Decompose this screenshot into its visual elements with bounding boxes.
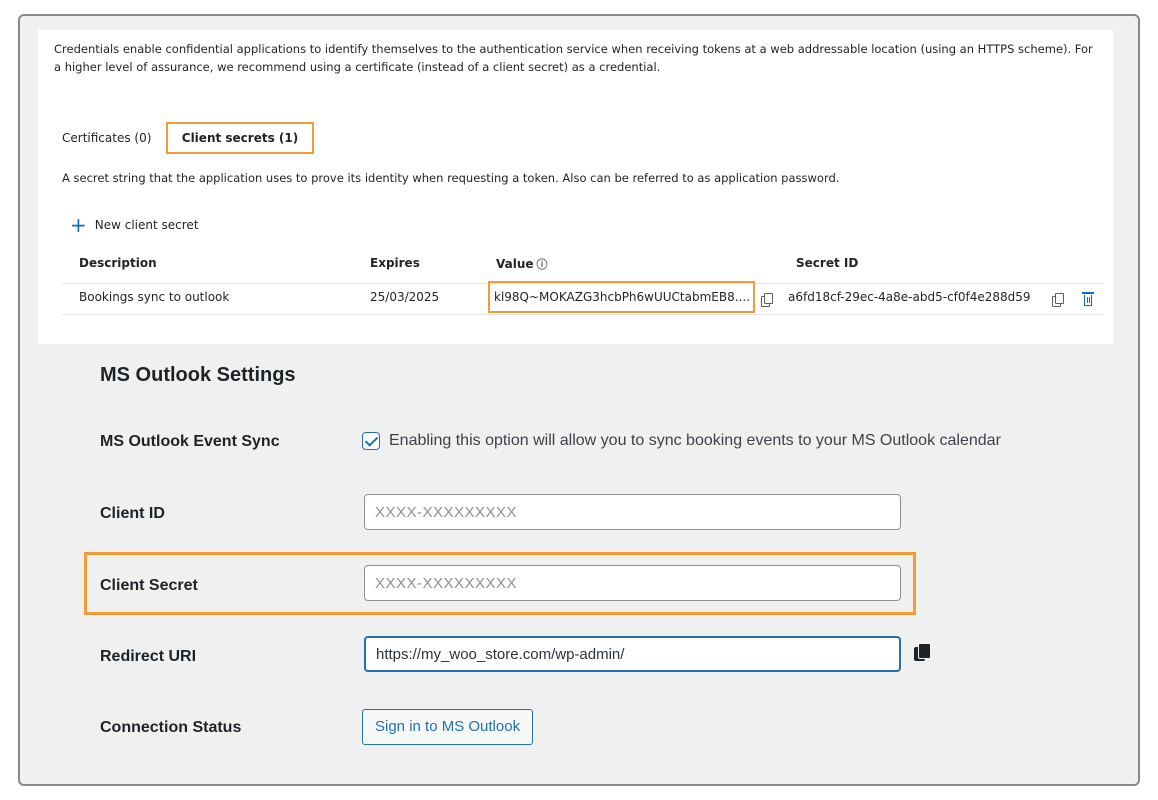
new-client-secret-label: New client secret <box>94 218 199 232</box>
connection-status-label: Connection Status <box>100 719 242 736</box>
row-divider <box>62 314 1104 315</box>
secret-description-cell: Bookings sync to outlook <box>79 290 230 304</box>
credentials-intro-text: Credentials enable confidential applicat… <box>54 42 1093 74</box>
event-sync-label: MS Outlook Event Sync <box>100 433 280 450</box>
column-header-description: Description <box>79 256 157 270</box>
client-secret-description: A secret string that the application use… <box>62 171 840 185</box>
redirect-uri-input[interactable] <box>364 636 901 672</box>
settings-title: MS Outlook Settings <box>100 364 296 386</box>
tab-client-secrets[interactable]: Client secrets (1) <box>166 122 314 154</box>
event-sync-description: Enabling this option will allow you to s… <box>389 432 1001 449</box>
client-id-label: Client ID <box>100 505 165 522</box>
plus-icon: + <box>70 213 87 237</box>
redirect-uri-label: Redirect URI <box>100 648 197 665</box>
client-secret-input[interactable] <box>364 565 901 601</box>
column-header-secret-id: Secret ID <box>796 256 859 270</box>
copy-secret-id-icon[interactable] <box>1052 293 1064 307</box>
secret-expires-cell: 25/03/2025 <box>370 290 440 304</box>
new-client-secret-button[interactable]: + New client secret <box>70 213 199 237</box>
copy-icon[interactable] <box>914 643 931 663</box>
client-id-input[interactable] <box>364 494 901 530</box>
column-header-expires: Expires <box>370 256 420 270</box>
azure-certificates-secrets-panel: Credentials enable confidential applicat… <box>38 30 1113 344</box>
sign-in-ms-outlook-button[interactable]: Sign in to MS Outlook <box>362 709 534 745</box>
trash-icon[interactable] <box>1082 291 1094 306</box>
secret-id-cell: a6fd18cf-29ec-4a8e-abd5-cf0f4e288d59 <box>788 290 1031 304</box>
client-secret-label: Client Secret <box>100 577 198 594</box>
ms-outlook-settings-panel: MS Outlook Settings MS Outlook Event Syn… <box>84 352 1068 768</box>
column-header-value: Value ⓘ <box>496 257 548 271</box>
copy-value-icon[interactable] <box>761 293 773 307</box>
event-sync-checkbox[interactable] <box>362 432 380 450</box>
secret-value-cell: kl98Q~MOKAZG3hcbPh6wUUCtabmEB8.... <box>494 290 751 304</box>
tab-certificates[interactable]: Certificates (0) <box>62 122 151 154</box>
event-sync-row: Enabling this option will allow you to s… <box>362 432 1001 450</box>
info-icon[interactable]: ⓘ <box>537 258 548 271</box>
